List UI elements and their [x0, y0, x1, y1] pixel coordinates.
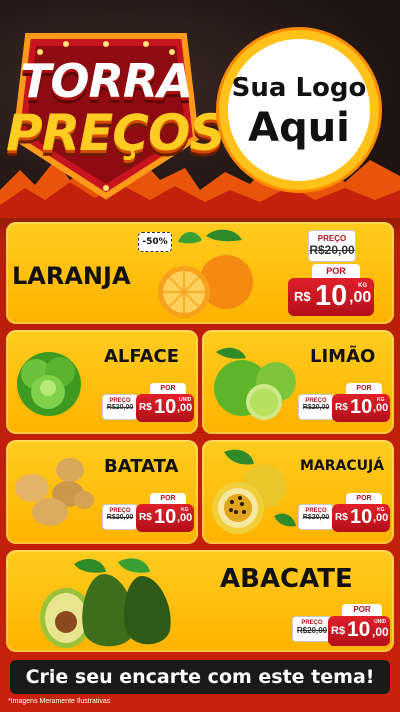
por-tag: POR — [342, 604, 382, 616]
price-unit: KG — [181, 507, 189, 513]
new-price-tag: R$ 10 ,00 UNID — [328, 616, 390, 646]
por-tag: POR — [150, 493, 186, 504]
old-price: R$20,00 — [309, 243, 355, 257]
product-card-maracuja: MARACUJÁ PREÇO R$20,00 POR R$ 10 ,00 KG — [202, 440, 394, 544]
old-price: R$20,00 — [106, 404, 134, 411]
price-integer: 10 — [347, 618, 371, 641]
logo-text-line2: Aqui — [248, 105, 350, 151]
badge-title-top: TORRA — [20, 54, 193, 108]
product-card-laranja: LARANJA -50% PREÇO R$20,00 POR R$ 10 ,00 — [6, 222, 394, 324]
header: TORRA PREÇOS Sua Logo Aqui — [0, 0, 400, 218]
price-block: PREÇO R$20,00 POR R$ 10 ,00 KG — [296, 382, 392, 430]
discount-badge: -50% — [138, 232, 172, 252]
preco-tag: PREÇO R$20,00 — [102, 504, 138, 530]
product-name: ABACATE — [220, 564, 353, 594]
product-card-batata: BATATA PREÇO R$20,00 POR R$ 10 ,00 KG — [6, 440, 198, 544]
preco-label: PREÇO — [317, 234, 347, 243]
por-tag: POR — [346, 493, 382, 504]
new-price-tag: R$ 10 ,00 KG — [288, 278, 374, 316]
currency: R$ — [294, 289, 311, 304]
old-price: R$20,00 — [296, 626, 328, 635]
badge-title-bottom: PREÇOS — [6, 104, 226, 162]
price-unit: KG — [377, 397, 385, 403]
por-tag: POR — [312, 264, 360, 278]
price-block: PREÇO R$20,00 POR R$ 10 ,00 KG — [100, 492, 196, 540]
preco-tag: PREÇO R$20,00 — [292, 616, 332, 642]
preco-tag: PREÇO R$20,00 — [298, 504, 334, 530]
price-block: PREÇO R$20,00 POR R$ 10 ,00 KG — [286, 228, 390, 318]
logo-text-line1: Sua Logo — [231, 73, 367, 103]
price-integer: 10 — [154, 506, 177, 528]
avocado-image — [40, 558, 171, 648]
product-name: MARACUJÁ — [300, 458, 385, 474]
potato-image — [15, 458, 94, 526]
flyer: TORRA PREÇOS Sua Logo Aqui LARANJA -50% … — [0, 0, 400, 712]
torra-precos-badge: TORRA PREÇOS — [6, 18, 226, 203]
price-block: PREÇO R$20,00 POR R$ 10 ,00 UNID — [288, 602, 392, 650]
product-card-limao: LIMÃO PREÇO R$20,00 POR R$ 10 ,00 KG — [202, 330, 394, 434]
preco-tag: PREÇO R$20,00 — [298, 394, 334, 420]
price-integer: 10 — [315, 280, 348, 312]
product-card-abacate: ABACATE PREÇO R$20,00 POR R$ 10 ,00 UNID — [6, 550, 394, 652]
price-unit: UNID — [374, 619, 387, 625]
product-name: BATATA — [104, 456, 179, 477]
old-price: R$20,00 — [302, 514, 330, 521]
lettuce-image — [17, 352, 81, 416]
new-price-tag: R$ 10 ,00 UNID — [136, 394, 194, 422]
price-integer: 10 — [350, 396, 373, 418]
lime-image — [214, 347, 296, 420]
disclaimer-text: *Imagens Meramente Ilustrativas — [8, 698, 111, 705]
price-unit: UNID — [179, 397, 192, 403]
preco-tag: PREÇO R$20,00 — [102, 394, 138, 420]
currency: R$ — [331, 625, 346, 637]
price-integer: 10 — [350, 506, 373, 528]
product-name: LIMÃO — [310, 346, 376, 367]
currency: R$ — [139, 512, 152, 523]
currency: R$ — [139, 402, 152, 413]
por-tag: POR — [346, 383, 382, 394]
cta-banner: Crie seu encarte com este tema! — [10, 660, 390, 694]
old-price: R$20,00 — [106, 514, 134, 521]
price-decimal: ,00 — [373, 402, 389, 414]
price-decimal: ,00 — [349, 289, 372, 306]
price-decimal: ,00 — [372, 625, 389, 639]
new-price-tag: R$ 10 ,00 KG — [332, 394, 390, 422]
product-card-alface: ALFACE PREÇO R$20,00 POR R$ 10 ,00 UNID — [6, 330, 198, 434]
passion-fruit-image — [212, 449, 296, 534]
preco-tag: PREÇO R$20,00 — [308, 230, 356, 262]
product-name: LARANJA — [12, 262, 131, 290]
price-unit: KG — [377, 507, 385, 513]
product-name: ALFACE — [104, 346, 180, 367]
currency: R$ — [335, 512, 348, 523]
new-price-tag: R$ 10 ,00 KG — [332, 504, 390, 532]
price-unit: KG — [358, 283, 367, 289]
logo-placeholder: Sua Logo Aqui — [219, 30, 379, 190]
price-integer: 10 — [154, 396, 177, 418]
new-price-tag: R$ 10 ,00 KG — [136, 504, 194, 532]
currency: R$ — [335, 402, 348, 413]
old-price: R$20,00 — [302, 404, 330, 411]
price-decimal: ,00 — [373, 512, 389, 524]
price-decimal: ,00 — [177, 512, 193, 524]
price-decimal: ,00 — [177, 402, 193, 414]
price-block: PREÇO R$20,00 POR R$ 10 ,00 KG — [296, 492, 392, 540]
price-block: PREÇO R$20,00 POR R$ 10 ,00 UNID — [100, 382, 196, 430]
por-tag: POR — [150, 383, 186, 394]
